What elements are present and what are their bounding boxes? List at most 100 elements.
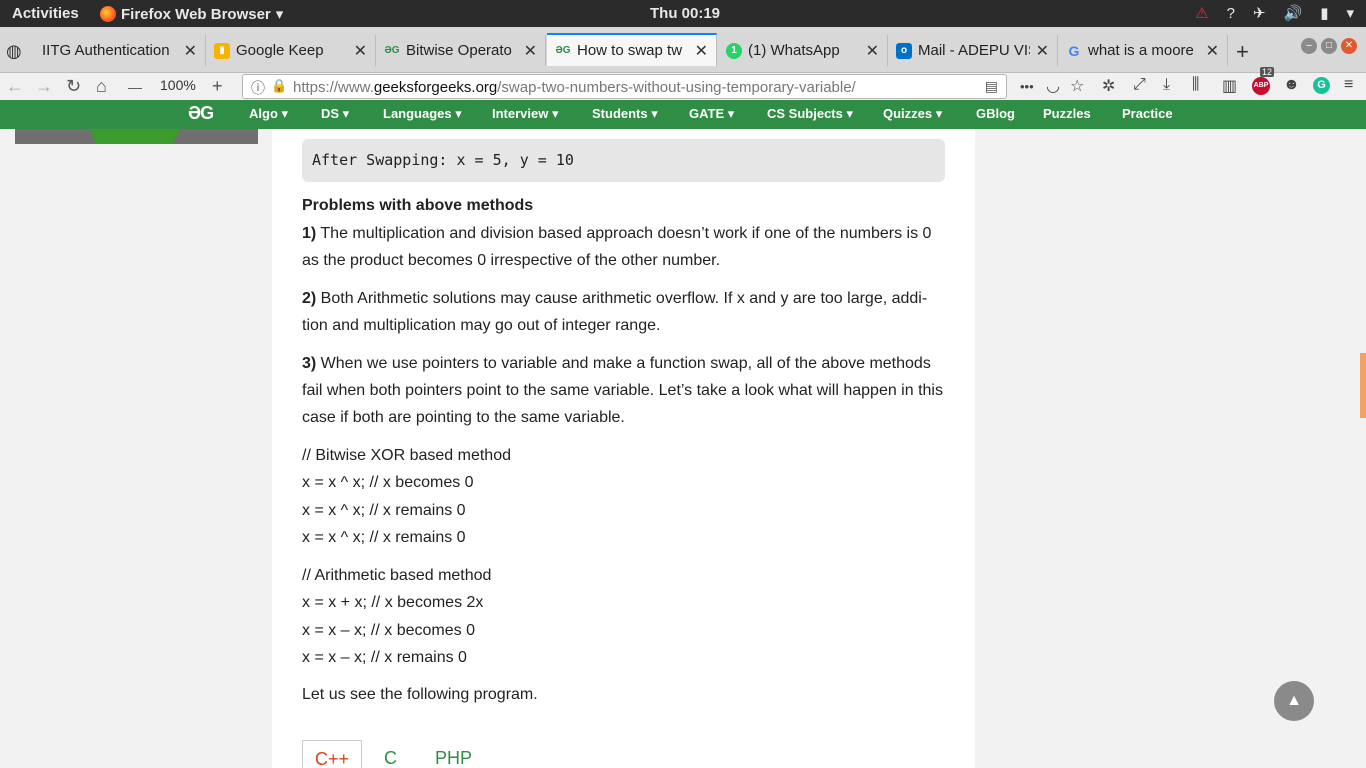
keep-icon: ▮ [214,42,230,59]
tab-whatsapp[interactable]: 1 (1) WhatsApp ✕ [718,35,888,66]
info-icon[interactable]: ⓘ [251,78,265,98]
nav-students[interactable]: Students ▾ [592,106,658,122]
nav-toolbar: ← → ↻ ⌂ — 100% + ⓘ 🔒 https://www.geeksfo… [0,67,1366,100]
nav-algo[interactable]: Algo ▾ [249,106,288,122]
tab-title: IITG Authentication [42,42,170,59]
url-text[interactable]: https://www.geeksforgeeks.org/swap-two-n… [293,79,856,96]
xor-line-1: x = x ^ x; // x becomes 0 [302,474,474,491]
pocket-icon[interactable]: ◡ [1046,76,1060,96]
close-icon[interactable]: ✕ [1206,41,1219,61]
adblock-count: 12 [1260,67,1275,77]
volume-icon[interactable]: 🔊 [1284,4,1303,22]
menu-icon[interactable]: ≡ [1344,76,1353,94]
library-icon[interactable]: ⫼ [1192,76,1199,94]
new-tab-button[interactable]: + [1236,39,1249,65]
nav-quizzes[interactable]: Quizzes ▾ [883,106,942,122]
arith-comment: // Arithmetic based method [302,567,492,584]
close-icon[interactable]: ✕ [1036,41,1049,61]
problems-heading: Problems with above methods [302,197,534,214]
nav-practice[interactable]: Practice [1122,106,1173,121]
xor-comment: // Bitwise XOR based method [302,447,511,464]
problem-3: 3) When we use pointers to variable and … [302,355,943,426]
tab-c[interactable]: C [372,740,409,768]
power-menu-icon[interactable]: ▾ [1346,4,1354,22]
nav-gblog[interactable]: GBlog [976,106,1015,121]
outlook-icon: o [896,42,912,59]
tab-strip: ◍ IITG Authentication ✕ ▮ Google Keep ✕ … [0,27,1366,73]
article: After Swapping: x = 5, y = 10 Problems w… [272,129,975,768]
tab-title: what is a moore [1088,42,1194,59]
system-tray[interactable]: ⚠ ? ✈ 🔊 ▮ ▾ [1195,4,1354,23]
tab-title: (1) WhatsApp [748,42,840,59]
app-menu[interactable]: Firefox Web Browser ▾ [100,5,283,23]
gfg-icon: ƏG [384,45,400,56]
closing-text: Let us see the following program. [302,686,538,703]
clock[interactable]: Thu 00:19 [650,5,720,22]
activities-button[interactable]: Activities [12,5,79,22]
back-to-top-button[interactable]: ▲ [1274,681,1314,721]
nav-interview[interactable]: Interview ▾ [492,106,559,122]
zoom-in-button[interactable]: + [212,76,223,97]
nav-cs-subjects[interactable]: CS Subjects ▾ [767,106,853,122]
tab-title: How to swap tw [577,42,683,59]
maximize-button[interactable]: □ [1321,38,1337,54]
side-ad-image[interactable] [15,129,258,144]
tab-php[interactable]: PHP [423,740,484,768]
zoom-level[interactable]: 100% [160,77,196,93]
close-icon[interactable]: ✕ [524,41,537,61]
tab-how-to-swap[interactable]: ƏG How to swap tw ✕ [547,33,717,66]
system-top-bar: Activities Firefox Web Browser ▾ Thu 00:… [0,0,1366,27]
tab-title: Bitwise Operato [406,42,512,59]
grammarly-icon[interactable]: G [1313,77,1330,94]
airplane-icon[interactable]: ✈ [1253,4,1266,22]
lock-icon[interactable]: 🔒 [271,78,287,94]
tab-cpp[interactable]: C++ [302,740,363,768]
network-icon[interactable]: ? [1227,5,1235,22]
nav-ds[interactable]: DS ▾ [321,106,349,122]
whatsapp-icon: 1 [726,42,742,59]
back-button[interactable]: ← [6,76,24,97]
google-icon: G [1068,42,1080,59]
bookmark-star-icon[interactable]: ☆ [1070,76,1084,96]
firefox-icon [100,6,116,22]
arith-line-2: x = x – x; // x becomes 0 [302,622,475,639]
close-icon[interactable]: ✕ [184,41,197,61]
site-nav: ƏG Algo ▾ DS ▾ Languages ▾ Interview ▾ S… [0,100,1366,129]
download-icon[interactable]: ⤓ [1163,76,1170,94]
tab-google-search[interactable]: G what is a moore ✕ [1058,35,1228,66]
page-content: After Swapping: x = 5, y = 10 Problems w… [0,129,1366,768]
window-close-button[interactable]: ✕ [1341,38,1357,54]
close-icon[interactable]: ✕ [866,41,879,61]
close-icon[interactable]: ✕ [695,41,708,61]
gfg-icon: ƏG [555,45,571,56]
reader-view-icon[interactable]: ▤ [985,78,998,95]
chevron-down-icon: ▾ [275,6,284,23]
warning-icon[interactable]: ⚠ [1195,4,1208,22]
nav-gate[interactable]: GATE ▾ [689,106,734,122]
nav-puzzles[interactable]: Puzzles [1043,106,1091,121]
home-button[interactable]: ⌂ [96,76,107,97]
minimize-button[interactable]: – [1301,38,1317,54]
tab-mail[interactable]: o Mail - ADEPU VIS ✕ [888,35,1058,66]
battery-icon[interactable]: ▮ [1320,4,1328,22]
nav-languages[interactable]: Languages ▾ [383,106,462,122]
forward-button[interactable]: → [35,76,53,97]
ad-graphic [90,129,180,144]
problem-2: 2) Both Arithmetic solutions may cause a… [302,290,928,334]
xor-line-2: x = x ^ x; // x remains 0 [302,502,466,519]
gfg-logo[interactable]: ƏG [188,103,214,124]
adblock-icon[interactable]: ABP [1252,77,1270,95]
reload-button[interactable]: ↻ [66,76,81,97]
url-bar[interactable]: ⓘ 🔒 https://www.geeksforgeeks.org/swap-t… [242,74,1007,99]
close-icon[interactable]: ✕ [354,41,367,61]
sidebar-icon[interactable]: ▥ [1222,76,1237,96]
extension-avatar-icon[interactable]: ☻ [1283,76,1300,94]
fullscreen-icon[interactable]: ⤢ [1133,76,1146,94]
settings-gear-icon[interactable]: ✲ [1102,76,1115,96]
tab-google-keep[interactable]: ▮ Google Keep ✕ [206,35,376,66]
zoom-out-button[interactable]: — [128,79,142,95]
scroll-indicator[interactable] [1360,353,1366,418]
tab-bitwise[interactable]: ƏG Bitwise Operato ✕ [376,35,546,66]
page-actions-button[interactable]: ••• [1020,79,1034,94]
tab-iitg[interactable]: IITG Authentication ✕ [34,35,206,66]
